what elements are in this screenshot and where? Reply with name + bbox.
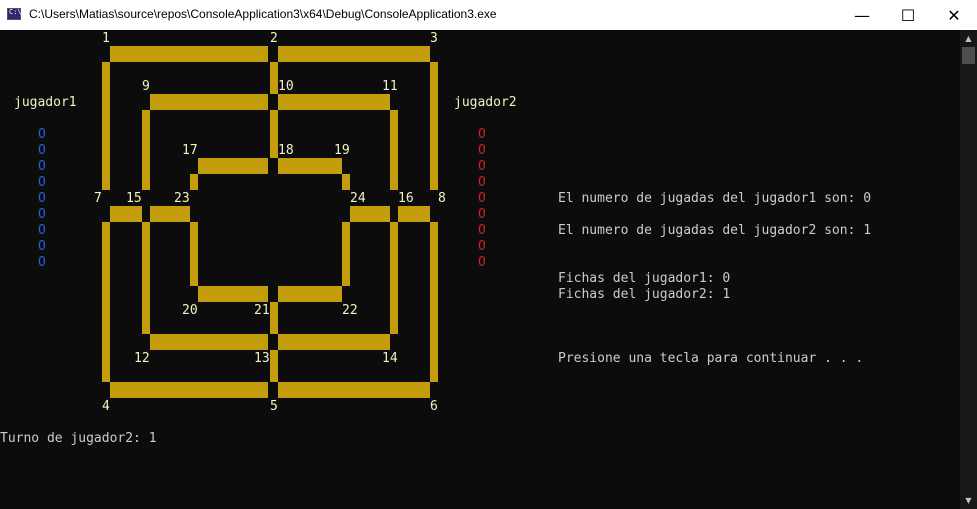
player2-moves-text: El numero de jugadas del jugador2 son: 1 [558,223,872,238]
player1-piece: O [38,175,46,190]
player2-chips-text: Fichas del jugador2: 1 [558,287,731,302]
point-label: 21 [254,303,270,318]
point-label: 19 [334,143,350,158]
board-line [110,382,268,398]
player2-piece: O [478,143,486,158]
player1-piece: O [38,255,46,270]
window-title: C:\Users\Matias\source\repos\ConsoleAppl… [29,7,497,21]
maximize-icon: ☐ [900,5,916,25]
point-label: 17 [182,143,198,158]
board-line [278,286,342,302]
point-label: 22 [342,303,358,318]
point-label: 12 [134,351,150,366]
board-line [430,222,438,382]
player1-piece: O [38,223,46,238]
board-line [342,222,350,286]
board-line [150,334,268,350]
player1-piece: O [38,207,46,222]
board-line [390,222,398,334]
board-line [142,222,150,334]
vertical-scrollbar[interactable]: ▲ ▼ [960,30,977,509]
player1-piece: O [38,239,46,254]
board-line [270,302,278,334]
maximize-button[interactable]: ☐ [885,0,931,30]
player1-chips-text: Fichas del jugador1: 0 [558,271,731,286]
scroll-up-arrow-icon[interactable]: ▲ [960,30,977,47]
player1-piece: O [38,159,46,174]
board-line [150,94,268,110]
board-line [102,222,110,382]
scroll-down-arrow-icon[interactable]: ▼ [960,492,977,509]
board-line [342,174,350,190]
player2-piece: O [478,239,486,254]
scrollbar-thumb[interactable] [962,47,975,64]
point-label: 18 [278,143,294,158]
point-label: 20 [182,303,198,318]
board-line [278,334,390,350]
board-line [270,350,278,382]
board-line [110,206,142,222]
board-line [270,110,278,158]
board-line [278,94,390,110]
board-line [398,206,430,222]
point-label: 5 [270,399,278,414]
point-label: 11 [382,79,398,94]
point-label: 23 [174,191,190,206]
point-label: 13 [254,351,270,366]
point-label: 9 [142,79,150,94]
continue-prompt: Presione una tecla para continuar . . . [558,351,864,366]
turn-indicator: Turno de jugador2: 1 [0,431,157,446]
board-line [102,62,110,190]
point-label: 24 [350,191,366,206]
minimize-button[interactable]: — [839,0,885,30]
board-line [270,62,278,94]
player2-piece: O [478,175,486,190]
console-app-icon [7,8,22,20]
player2-piece: O [478,223,486,238]
board-line [350,206,390,222]
player1-label: jugador1 [14,95,77,110]
board-line [198,286,268,302]
point-label: 3 [430,31,438,46]
player2-piece: O [478,191,486,206]
point-label: 7 [94,191,102,206]
board-line [278,158,342,174]
point-label: 1 [102,31,110,46]
board-line [278,46,430,62]
player1-piece: O [38,143,46,158]
close-icon: ✕ [947,5,961,25]
board-line [110,46,268,62]
point-label: 2 [270,31,278,46]
board-line [430,62,438,190]
player1-piece: O [38,127,46,142]
point-label: 4 [102,399,110,414]
board-line [190,222,198,286]
player2-piece: O [478,159,486,174]
point-label: 15 [126,191,142,206]
player2-piece: O [478,207,486,222]
point-label: 14 [382,351,398,366]
board-line [390,110,398,190]
board-line [278,382,430,398]
player2-piece: O [478,127,486,142]
close-button[interactable]: ✕ [931,0,977,30]
title-bar: C:\Users\Matias\source\repos\ConsoleAppl… [0,0,977,30]
board-line [150,206,190,222]
point-label: 10 [278,79,294,94]
point-label: 6 [430,399,438,414]
player2-piece: O [478,255,486,270]
player1-piece: O [38,191,46,206]
minimize-icon: — [854,5,870,25]
board-line [142,110,150,190]
point-label: 8 [438,191,446,206]
board-line [190,174,198,190]
player2-label: jugador2 [454,95,517,110]
point-label: 16 [398,191,414,206]
player1-moves-text: El numero de jugadas del jugador1 son: 0 [558,191,872,206]
board-line [198,158,268,174]
